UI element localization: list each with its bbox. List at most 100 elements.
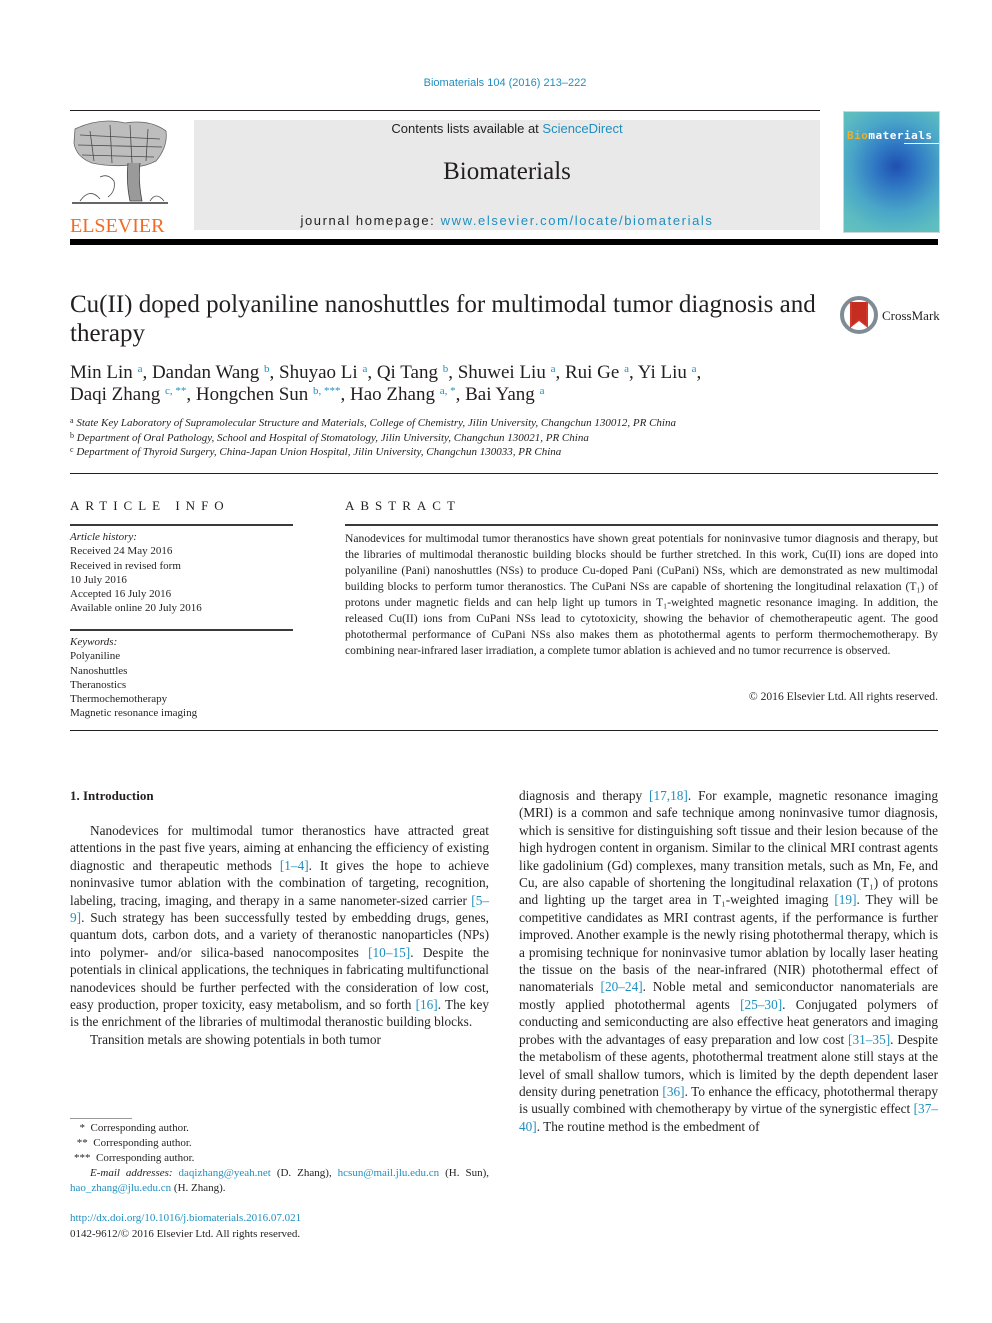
paragraph: Transition metals are showing potentials…: [90, 1031, 381, 1047]
citation-link[interactable]: [25–30]: [740, 997, 782, 1012]
keyword-item: Polyaniline: [70, 650, 121, 663]
email-link[interactable]: hcsun@mail.jlu.edu.cn: [338, 1167, 439, 1179]
body-column-left: Nanodevices for multimodal tumor therano…: [70, 822, 489, 1048]
citation-link[interactable]: [10–15]: [368, 945, 410, 960]
author-name[interactable]: Shuwei Liu a: [458, 362, 556, 383]
history-item: Accepted 16 July 2016: [70, 588, 172, 601]
affiliation-item: b Department of Oral Pathology, School a…: [70, 430, 589, 444]
author-name[interactable]: Qi Tang b: [377, 362, 448, 383]
introduction-heading: 1. Introduction: [70, 788, 154, 803]
crossmark-icon: [840, 296, 878, 334]
affiliation-marker[interactable]: a: [362, 363, 367, 375]
history-item: Available online 20 July 2016: [70, 602, 202, 615]
affiliation-marker[interactable]: a: [138, 363, 143, 375]
contents-line: Contents lists available at ScienceDirec…: [194, 121, 820, 136]
homepage-prefix: journal homepage:: [300, 213, 441, 228]
section-divider: [70, 473, 938, 474]
affiliation-item: a State Key Laboratory of Supramolecular…: [70, 416, 676, 430]
paragraph: Nanodevices for multimodal tumor therano…: [70, 823, 489, 1030]
journal-name: Biomaterials: [443, 158, 571, 185]
article-info-heading: ARTICLE INFO: [70, 498, 230, 513]
history-item: 10 July 2016: [70, 573, 127, 586]
citation-link[interactable]: [36]: [662, 1084, 684, 1099]
email-label: E-mail addresses:: [90, 1167, 173, 1179]
keyword-item: Nanoshuttles: [70, 664, 128, 677]
email-link[interactable]: hao_zhang@jlu.edu.cn: [70, 1182, 171, 1194]
article-history: Article history: Received 24 May 2016 Re…: [70, 530, 293, 616]
history-item: Received 24 May 2016: [70, 545, 173, 558]
affiliation-item: c Department of Thyroid Surgery, China-J…: [70, 445, 562, 459]
keywords-label: Keywords:: [70, 636, 118, 648]
keyword-item: Thermochemotherapy: [70, 693, 168, 706]
author-name[interactable]: Hongchen Sun b, ***: [196, 384, 341, 405]
crossmark-badge[interactable]: CrossMark: [840, 296, 950, 336]
keywords: Keywords: Polyaniline Nanoshuttles Thera…: [70, 635, 293, 721]
abstract-copyright: © 2016 Elsevier Ltd. All rights reserved…: [748, 690, 938, 703]
footnote-corresponding: *** Corresponding author.: [74, 1152, 195, 1164]
email-addresses: E-mail addresses: daqizhang@yeah.net (D.…: [70, 1167, 490, 1194]
citation-link[interactable]: [20–24]: [601, 979, 643, 994]
cover-rule: [904, 143, 939, 144]
affiliation-marker[interactable]: b: [264, 363, 270, 375]
citation-link[interactable]: [37–40]: [519, 1101, 938, 1133]
doi-block: http://dx.doi.org/10.1016/j.biomaterials…: [70, 1211, 489, 1242]
journal-cover-image[interactable]: Biomaterials: [843, 111, 940, 233]
homepage-line: journal homepage: www.elsevier.com/locat…: [194, 213, 820, 228]
history-item: Received in revised form: [70, 559, 181, 572]
email-link[interactable]: daqizhang@yeah.net: [179, 1167, 271, 1179]
issn-copyright: 0142-9612/© 2016 Elsevier Ltd. All right…: [70, 1227, 301, 1240]
author-list: Min Lin a, Dandan Wang b, Shuyao Li a, Q…: [70, 362, 702, 405]
affiliation-marker[interactable]: a: [551, 363, 556, 375]
author-name[interactable]: Yi Liu a: [638, 362, 697, 383]
author-name[interactable]: Min Lin a: [70, 362, 142, 383]
elsevier-wordmark: ELSEVIER: [70, 215, 165, 237]
citation-link[interactable]: [31–35]: [848, 1032, 890, 1047]
elsevier-tree-icon: [72, 120, 168, 204]
elsevier-logo[interactable]: ELSEVIER: [70, 117, 170, 236]
footnotes: * Corresponding author. ** Corresponding…: [70, 1121, 489, 1196]
citation-link[interactable]: [17,18]: [649, 788, 688, 803]
author-name[interactable]: Shuyao Li a: [279, 362, 367, 383]
article-title: Cu(II) doped polyaniline nanoshuttles fo…: [70, 291, 816, 347]
paragraph: diagnosis and therapy [17,18]. For examp…: [519, 788, 939, 1134]
journal-homepage-link[interactable]: www.elsevier.com/locate/biomaterials: [441, 213, 714, 228]
abstract-heading: ABSTRACT: [345, 498, 461, 513]
affiliation-marker[interactable]: a: [624, 363, 629, 375]
affiliation-marker[interactable]: b: [443, 363, 449, 375]
doi-link[interactable]: http://dx.doi.org/10.1016/j.biomaterials…: [70, 1212, 301, 1224]
affiliations: a State Key Laboratory of Supramolecular…: [70, 416, 930, 460]
abstract-divider: [345, 524, 938, 526]
author-name[interactable]: Dandan Wang b: [152, 362, 270, 383]
body-column-right: diagnosis and therapy [17,18]. For examp…: [519, 787, 938, 1135]
keyword-item: Theranostics: [70, 678, 127, 691]
author-name[interactable]: Rui Ge a: [565, 362, 629, 383]
crossmark-label: CrossMark: [882, 308, 940, 323]
article-info-divider: [70, 524, 293, 526]
cover-title: Biomaterials: [847, 129, 933, 142]
keywords-divider: [70, 629, 293, 631]
header-divider: [70, 110, 820, 111]
citation-link[interactable]: [5–9]: [70, 893, 489, 925]
journal-masthead: Contents lists available at ScienceDirec…: [194, 120, 820, 230]
footnote-corresponding: ** Corresponding author.: [76, 1137, 192, 1149]
footnote-divider: [70, 1118, 132, 1119]
author-name[interactable]: Daqi Zhang c, **: [70, 384, 186, 405]
journal-citation-link[interactable]: Biomaterials 104 (2016) 213–222: [0, 77, 992, 89]
abstract-body: Nanodevices for multimodal tumor therano…: [345, 532, 938, 657]
footnote-corresponding: * Corresponding author.: [79, 1122, 189, 1134]
affiliation-marker[interactable]: b, ***: [313, 385, 341, 397]
citation-link[interactable]: [1–4]: [280, 858, 309, 873]
contents-prefix: Contents lists available at: [391, 121, 543, 136]
affiliation-marker[interactable]: a, *: [440, 385, 456, 397]
author-name[interactable]: Bai Yang a: [465, 384, 544, 405]
affiliation-marker[interactable]: a: [692, 363, 697, 375]
citation-link[interactable]: [19]: [834, 892, 856, 907]
section-divider: [70, 730, 938, 731]
author-name[interactable]: Hao Zhang a, *: [350, 384, 456, 405]
sciencedirect-link[interactable]: ScienceDirect: [542, 121, 622, 136]
history-label: Article history:: [70, 531, 137, 543]
affiliation-marker[interactable]: c, **: [165, 385, 186, 397]
affiliation-marker[interactable]: a: [540, 385, 545, 397]
keyword-item: Magnetic resonance imaging: [70, 707, 198, 720]
citation-link[interactable]: [16]: [416, 997, 438, 1012]
